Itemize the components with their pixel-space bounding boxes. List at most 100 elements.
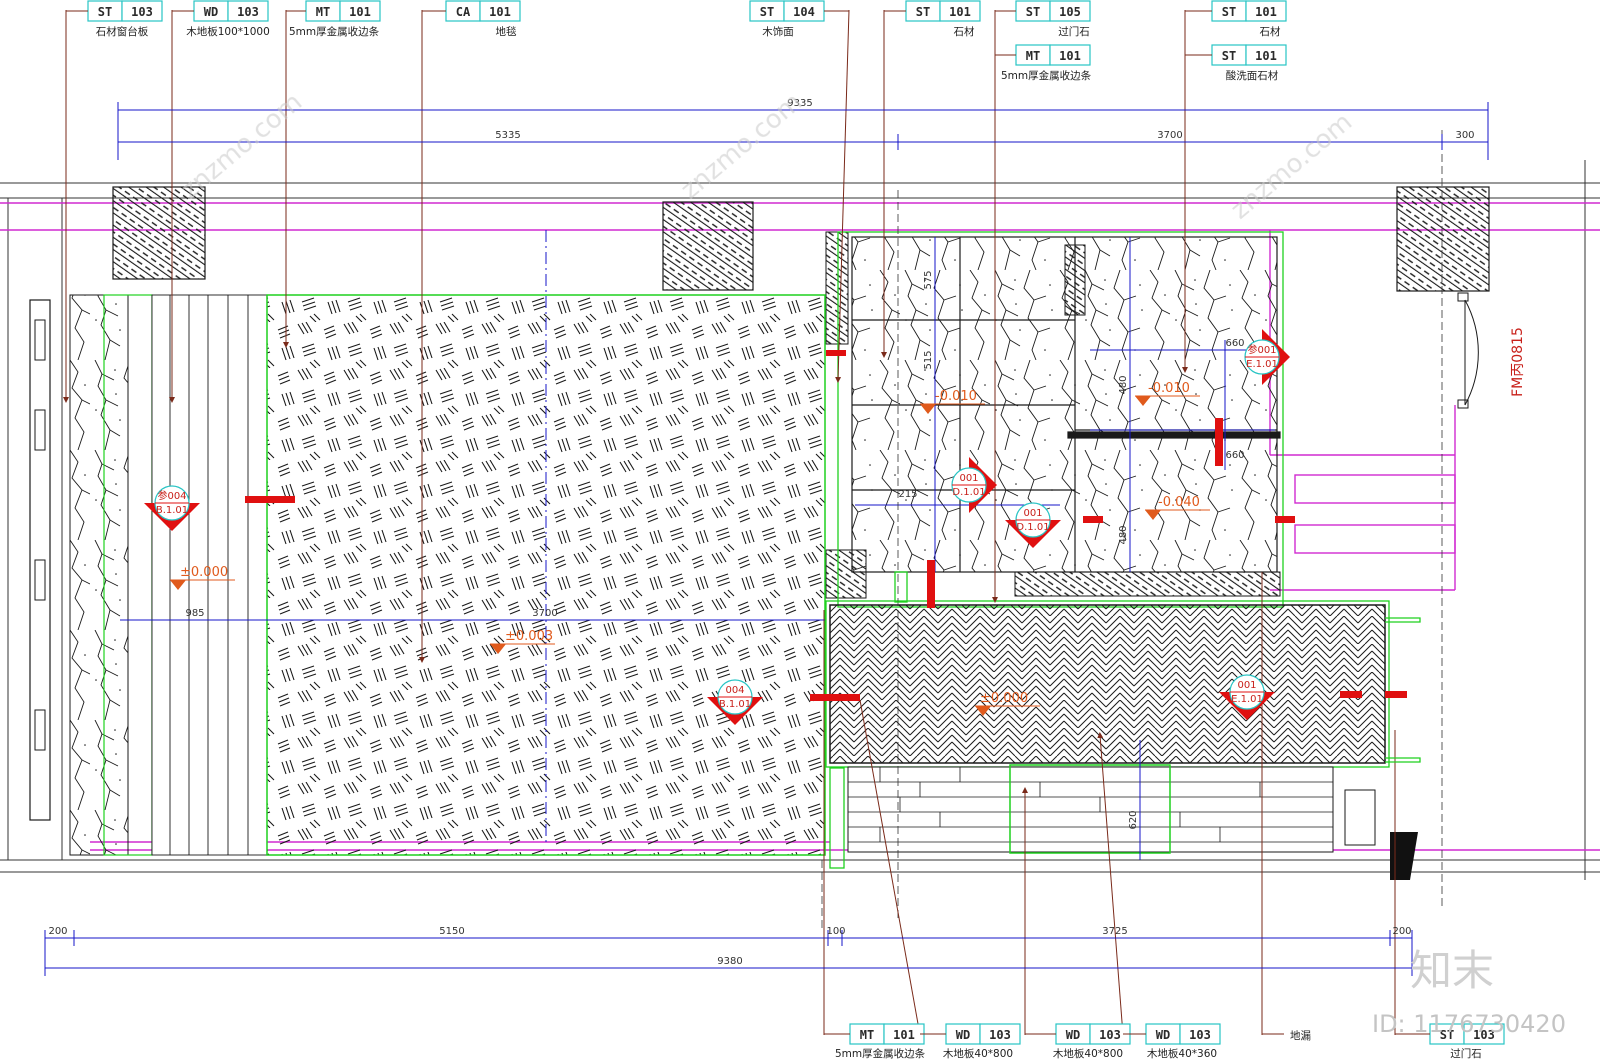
svg-text:5mm厚金属收边条: 5mm厚金属收边条	[1001, 69, 1092, 82]
material-tag: WD 103 木地板40*800	[920, 1023, 1021, 1060]
svg-text:木地板40*800: 木地板40*800	[1053, 1047, 1123, 1060]
svg-text:过门石: 过门石	[1450, 1047, 1482, 1060]
material-tag: 地漏	[1262, 1029, 1311, 1042]
dim-bottom-1: 200	[48, 926, 67, 937]
dim-bottom-4: 3725	[1102, 926, 1127, 937]
svg-text:地漏: 地漏	[1290, 1029, 1311, 1042]
material-tag: ST 101 石材	[884, 0, 981, 38]
svg-text:ST: ST	[1026, 5, 1040, 19]
bottom-plank-area	[829, 764, 1418, 880]
svg-text:WD: WD	[956, 1028, 970, 1042]
herringbone-floor	[829, 604, 1386, 764]
dim-inner-660b: 660	[1225, 450, 1244, 461]
svg-text:±0.003: ±0.003	[505, 629, 553, 644]
svg-text:001: 001	[959, 473, 978, 484]
svg-text:E.1.01: E.1.01	[1246, 359, 1278, 370]
svg-text:MT: MT	[316, 5, 330, 19]
watermark-repeat: znzmo.com znzmo.com znzmo.com	[175, 87, 1358, 225]
svg-text:地毯: 地毯	[496, 25, 517, 38]
svg-text:001: 001	[1023, 508, 1042, 519]
door-label: FM丙0815	[1510, 327, 1526, 397]
material-tag: WD 103 木地板100*1000	[172, 0, 270, 38]
svg-text:ST: ST	[916, 5, 930, 19]
svg-text:±0.000: ±0.000	[980, 691, 1028, 706]
dim-bottom-5: 200	[1392, 926, 1411, 937]
svg-text:WD: WD	[1066, 1028, 1080, 1042]
dim-inner-480a: 480	[1118, 375, 1129, 394]
svg-text:WD: WD	[1156, 1028, 1170, 1042]
dim-inner-215: 215	[898, 489, 917, 500]
svg-text:ST: ST	[1222, 5, 1236, 19]
svg-text:木地板100*1000: 木地板100*1000	[186, 25, 270, 38]
svg-text:5mm厚金属收边条: 5mm厚金属收边条	[835, 1047, 926, 1060]
svg-text:过门石: 过门石	[1058, 25, 1090, 38]
material-tag: MT 101 5mm厚金属收边条	[286, 0, 381, 38]
svg-text:±0.000: ±0.000	[180, 565, 228, 580]
svg-text:101: 101	[1255, 5, 1277, 19]
dim-inner-620: 620	[1128, 810, 1139, 829]
svg-text:101: 101	[489, 5, 511, 19]
svg-text:B.1.01: B.1.01	[719, 699, 751, 710]
svg-text:104: 104	[793, 5, 815, 19]
svg-text:酸洗面石材: 酸洗面石材	[1226, 69, 1279, 82]
material-tag: CA 101 地毯	[422, 0, 521, 38]
svg-text:B.1.01: B.1.01	[156, 505, 188, 516]
svg-text:D.1.01: D.1.01	[952, 487, 985, 498]
dim-top-right: 3700	[1157, 130, 1182, 141]
dim-bottom-3: 100	[826, 926, 845, 937]
svg-text:-0.010: -0.010	[1148, 381, 1190, 396]
dim-top-left: 5335	[495, 130, 520, 141]
material-tag: ST 103 石材窗台板	[66, 0, 163, 38]
dim-top-end: 300	[1455, 130, 1474, 141]
svg-text:004: 004	[725, 685, 744, 696]
svg-text:石材: 石材	[954, 25, 975, 38]
svg-text:ST: ST	[98, 5, 112, 19]
svg-text:103: 103	[237, 5, 259, 19]
svg-text:101: 101	[1059, 49, 1081, 63]
dim-inner-3700: 3700	[532, 608, 557, 619]
watermark-brand: 知末	[1410, 946, 1494, 995]
svg-text:103: 103	[131, 5, 153, 19]
material-tag: ST 101 石材	[1185, 0, 1287, 38]
dim-bottom-total: 9380	[717, 956, 742, 967]
svg-text:001: 001	[1237, 680, 1256, 691]
svg-text:-0.040: -0.040	[1158, 495, 1200, 510]
dim-inner-480b: 480	[1118, 525, 1129, 544]
svg-text:znzmo.com: znzmo.com	[1225, 107, 1358, 225]
svg-text:-0.010: -0.010	[935, 389, 977, 404]
material-tag: ST 104 木饰面	[749, 0, 849, 38]
svg-text:101: 101	[349, 5, 371, 19]
material-tag: ST 101 酸洗面石材	[1185, 44, 1287, 82]
svg-text:CA: CA	[456, 5, 471, 19]
svg-text:znzmo.com: znzmo.com	[175, 87, 308, 205]
svg-text:木地板40*800: 木地板40*800	[943, 1047, 1013, 1060]
svg-text:石材窗台板: 石材窗台板	[96, 25, 149, 38]
svg-text:101: 101	[949, 5, 971, 19]
svg-text:103: 103	[989, 1028, 1011, 1042]
watermark-id: ID: 1176730420	[1372, 1010, 1566, 1038]
material-tag: MT 101 5mm厚金属收边条	[824, 1023, 926, 1060]
svg-text:znzmo.com: znzmo.com	[675, 87, 808, 205]
svg-text:WD: WD	[204, 5, 218, 19]
dim-bottom-2: 5150	[439, 926, 464, 937]
svg-text:101: 101	[893, 1028, 915, 1042]
svg-text:105: 105	[1059, 5, 1081, 19]
svg-text:101: 101	[1255, 49, 1277, 63]
material-tag: ST 105 过门石	[995, 0, 1091, 38]
svg-text:木地板40*360: 木地板40*360	[1147, 1047, 1217, 1060]
svg-text:E.1.01: E.1.01	[1231, 694, 1263, 705]
dim-inner-575: 575	[923, 270, 934, 289]
svg-text:MT: MT	[1026, 49, 1040, 63]
svg-text:5mm厚金属收边条: 5mm厚金属收边条	[289, 25, 380, 38]
dim-inner-985: 985	[185, 608, 204, 619]
svg-text:石材: 石材	[1260, 25, 1282, 38]
svg-text:103: 103	[1099, 1028, 1121, 1042]
material-tag: MT 101 5mm厚金属收边条	[995, 44, 1092, 82]
door-swing	[1457, 292, 1479, 409]
svg-text:MT: MT	[860, 1028, 874, 1042]
material-tags-top: ST 103 石材窗台板 WD 103 木地板100*1000 MT 101 5…	[66, 0, 1287, 82]
window-strip	[29, 294, 153, 856]
material-tag: WD 103 木地板40*800	[1025, 1023, 1131, 1060]
svg-text:ST: ST	[1222, 49, 1236, 63]
floor-plan-drawing: 9335 5335 3700 300 200 5150 100 3725 200…	[0, 0, 1600, 1060]
